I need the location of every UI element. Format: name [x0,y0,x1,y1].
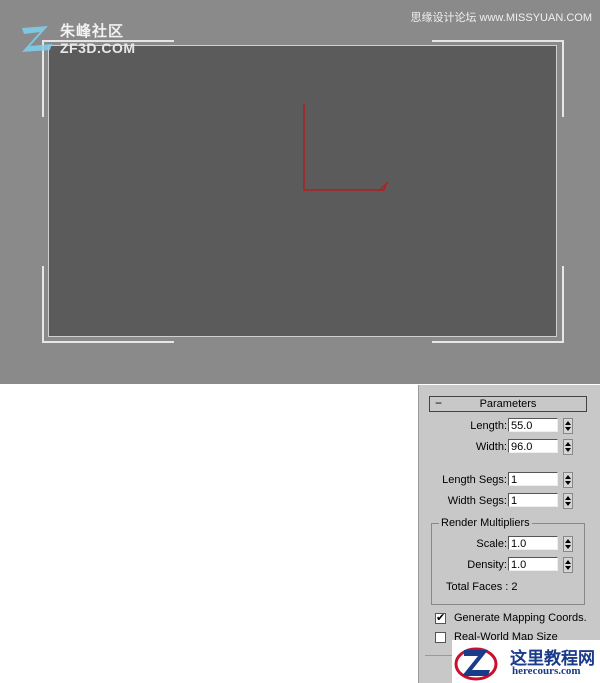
total-faces-readout: Total Faces : 2 [446,581,518,593]
missyuan-watermark: 思缘设计论坛 www.MISSYUAN.COM [410,12,592,24]
length-segs-label: Length Segs: [442,474,507,486]
frame-corner-top-right [432,40,564,117]
spinner-up-icon[interactable] [565,539,571,543]
plane-object-gizmo[interactable] [300,100,390,195]
width-row: Width: 96.0 [419,439,600,455]
parameters-title: Parameters [479,398,537,410]
length-segs-input[interactable]: 1 [508,472,558,486]
scale-spinner[interactable] [563,536,573,552]
render-multipliers-title: Render Multipliers [439,517,532,529]
spinner-down-icon[interactable] [565,481,571,485]
length-segs-spinner[interactable] [563,472,573,488]
spinner-down-icon[interactable] [565,448,571,452]
z-badge-icon [454,647,498,681]
spinner-up-icon[interactable] [565,421,571,425]
checkbox-box[interactable] [435,632,446,643]
z-logo-icon [22,26,52,52]
width-label: Width: [475,441,507,453]
command-panel: − Parameters Length: 55.0 Width: 96.0 Le… [418,385,600,683]
length-spinner[interactable] [563,418,573,434]
width-segs-spinner[interactable] [563,493,573,509]
length-row: Length: 55.0 [419,418,600,434]
density-spinner[interactable] [563,557,573,573]
spinner-down-icon[interactable] [565,545,571,549]
spinner-down-icon[interactable] [565,427,571,431]
parameters-rollout-header[interactable]: − Parameters [429,396,587,412]
scale-row: Scale: 1.0 [419,536,600,552]
site-name-cn: 朱峰社区 [60,23,125,40]
spinner-up-icon[interactable] [565,442,571,446]
spinner-up-icon[interactable] [565,475,571,479]
perspective-viewport[interactable]: 朱峰社区 ZF3D.COM 思缘设计论坛 www.MISSYUAN.COM [0,0,600,384]
length-segs-row: Length Segs: 1 [419,472,600,488]
scale-input[interactable]: 1.0 [508,536,558,550]
spinner-up-icon[interactable] [565,496,571,500]
scale-label: Scale: [476,538,507,550]
width-segs-row: Width Segs: 1 [419,493,600,509]
width-spinner[interactable] [563,439,573,455]
herecours-name-en: herecours.com [512,665,581,677]
density-label: Density: [467,559,507,571]
generate-mapping-coords-label[interactable]: Generate Mapping Coords. [454,612,587,624]
length-input[interactable]: 55.0 [508,418,558,432]
density-row: Density: 1.0 [419,557,600,573]
width-segs-input[interactable]: 1 [508,493,558,507]
frame-corner-bottom-right [432,266,564,343]
checkmark-icon: ✔ [436,612,446,624]
checkbox-box[interactable]: ✔ [435,612,446,624]
herecours-logo: 这里教程网 herecours.com [452,640,600,683]
width-input[interactable]: 96.0 [508,439,558,453]
spinner-down-icon[interactable] [565,566,571,570]
spinner-up-icon[interactable] [565,560,571,564]
frame-corner-bottom-left [42,266,174,343]
density-input[interactable]: 1.0 [508,557,558,571]
site-name-en: ZF3D.COM [60,40,136,56]
length-label: Length: [470,420,507,432]
spinner-down-icon[interactable] [565,502,571,506]
width-segs-label: Width Segs: [447,495,507,507]
